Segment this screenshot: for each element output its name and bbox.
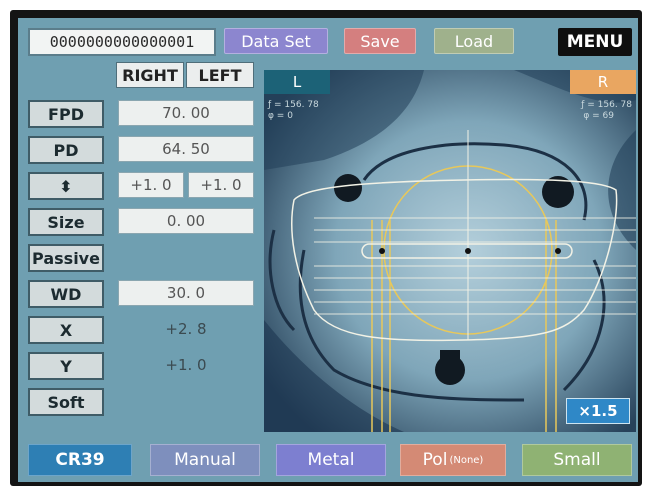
lens-camera-view[interactable]: L R ƒ = 156. 78 φ = 0 ƒ = 156. 78 φ = 69… xyxy=(264,70,636,432)
zoom-button[interactable]: ×1.5 xyxy=(566,398,630,424)
up-down-arrows-icon: ⬍ xyxy=(59,176,73,196)
serial-number-field[interactable]: 0000000000000001 xyxy=(28,28,216,56)
height-adjust-button[interactable]: ⬍ xyxy=(28,172,104,200)
load-button[interactable]: Load xyxy=(434,28,514,54)
right-readout-phi: φ = 69 xyxy=(583,111,614,121)
passive-button[interactable]: Passive xyxy=(28,244,104,272)
wd-value[interactable]: 30. 0 xyxy=(118,280,254,306)
menu-button[interactable]: MENU xyxy=(558,28,632,56)
right-readout-f: ƒ = 156. 78 xyxy=(581,100,632,110)
y-button[interactable]: Y xyxy=(28,352,104,380)
height-left-value[interactable]: +1. 0 xyxy=(188,172,254,198)
left-readout-f: ƒ = 156. 78 xyxy=(268,100,319,110)
right-column-tab[interactable]: RIGHT xyxy=(116,62,184,88)
fpd-button[interactable]: FPD xyxy=(28,100,104,128)
size-mode-button[interactable]: Small xyxy=(522,444,632,476)
left-eye-tab[interactable]: L xyxy=(264,70,330,94)
soft-button[interactable]: Soft xyxy=(28,388,104,416)
polish-button[interactable]: Pol (None) xyxy=(400,444,506,476)
x-button[interactable]: X xyxy=(28,316,104,344)
pd-button[interactable]: PD xyxy=(28,136,104,164)
device-screen: 0000000000000001 Data Set Save Load MENU… xyxy=(18,18,638,482)
x-value: +2. 8 xyxy=(165,320,207,338)
save-button[interactable]: Save xyxy=(344,28,416,54)
lens-material-button[interactable]: CR39 xyxy=(28,444,132,476)
y-value: +1. 0 xyxy=(165,356,207,374)
fpd-value[interactable]: 70. 00 xyxy=(118,100,254,126)
lens-image xyxy=(264,70,636,432)
left-column-tab[interactable]: LEFT xyxy=(186,62,254,88)
size-button[interactable]: Size xyxy=(28,208,104,236)
polish-label: Pol xyxy=(422,450,448,470)
frame-type-button[interactable]: Metal xyxy=(276,444,386,476)
mode-button[interactable]: Manual xyxy=(150,444,260,476)
polish-sub-label: (None) xyxy=(449,454,484,466)
data-set-button[interactable]: Data Set xyxy=(224,28,328,54)
right-eye-tab[interactable]: R xyxy=(570,70,636,94)
wd-button[interactable]: WD xyxy=(28,280,104,308)
pd-value[interactable]: 64. 50 xyxy=(118,136,254,162)
height-right-value[interactable]: +1. 0 xyxy=(118,172,184,198)
left-readout-phi: φ = 0 xyxy=(268,111,293,121)
size-value[interactable]: 0. 00 xyxy=(118,208,254,234)
